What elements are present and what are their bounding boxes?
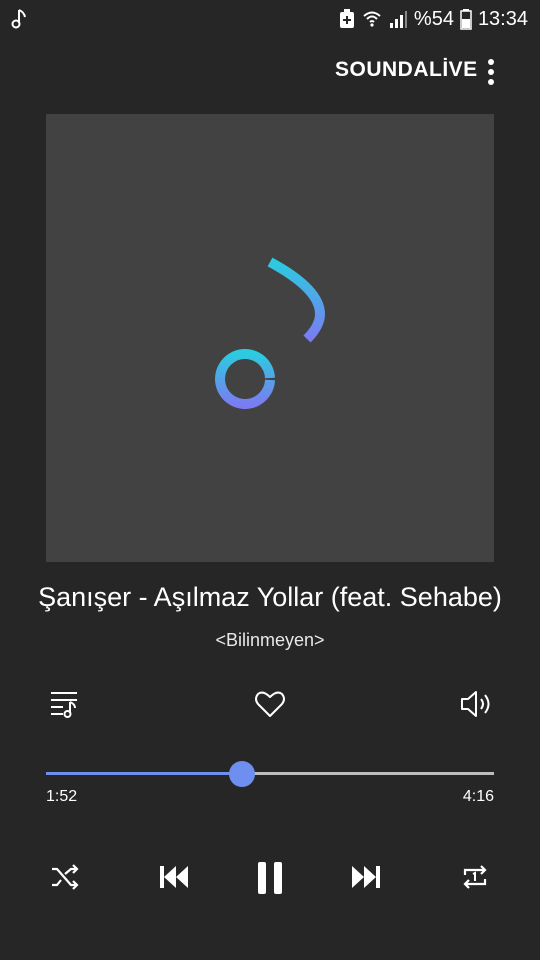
favorite-button[interactable]	[252, 686, 288, 722]
status-bar: %54 13:34	[0, 0, 540, 38]
shuffle-button[interactable]	[48, 860, 82, 894]
seek-bar-thumb[interactable]	[229, 761, 255, 787]
battery-saver-icon	[339, 9, 354, 28]
pause-button[interactable]	[252, 858, 288, 898]
next-button[interactable]	[348, 860, 384, 894]
more-options-icon[interactable]	[481, 58, 501, 88]
heart-icon	[255, 691, 285, 717]
battery-icon	[460, 9, 472, 30]
shuffle-icon	[52, 864, 79, 890]
album-art	[46, 114, 494, 562]
previous-button[interactable]	[156, 860, 192, 894]
pause-icon	[258, 862, 282, 894]
volume-button[interactable]	[458, 686, 494, 722]
previous-icon	[160, 866, 188, 888]
total-duration: 4:16	[462, 788, 494, 805]
current-time: 1:52	[46, 788, 78, 805]
soundalive-button[interactable]: SOUNDALİVE	[335, 58, 478, 82]
music-note-icon	[215, 257, 326, 409]
track-artist: <Bilinmeyen>	[215, 630, 325, 650]
track-title: Şanışer - Aşılmaz Yollar (feat. Sehabe)	[38, 582, 502, 612]
battery-percent: %54	[413, 8, 454, 30]
wifi-icon	[363, 11, 381, 27]
signal-icon	[389, 11, 407, 28]
clock: 13:34	[477, 8, 528, 30]
repeat-button[interactable]	[458, 860, 492, 894]
playlist-icon	[51, 692, 77, 718]
status-indicators: %54 13:34	[338, 6, 528, 32]
music-note-icon	[11, 9, 26, 29]
playlist-button[interactable]	[46, 686, 82, 722]
seek-bar-fill	[46, 772, 242, 775]
repeat-one-icon	[463, 865, 487, 889]
seek-bar[interactable]	[46, 761, 494, 787]
next-icon	[352, 866, 380, 888]
volume-icon	[461, 691, 490, 717]
